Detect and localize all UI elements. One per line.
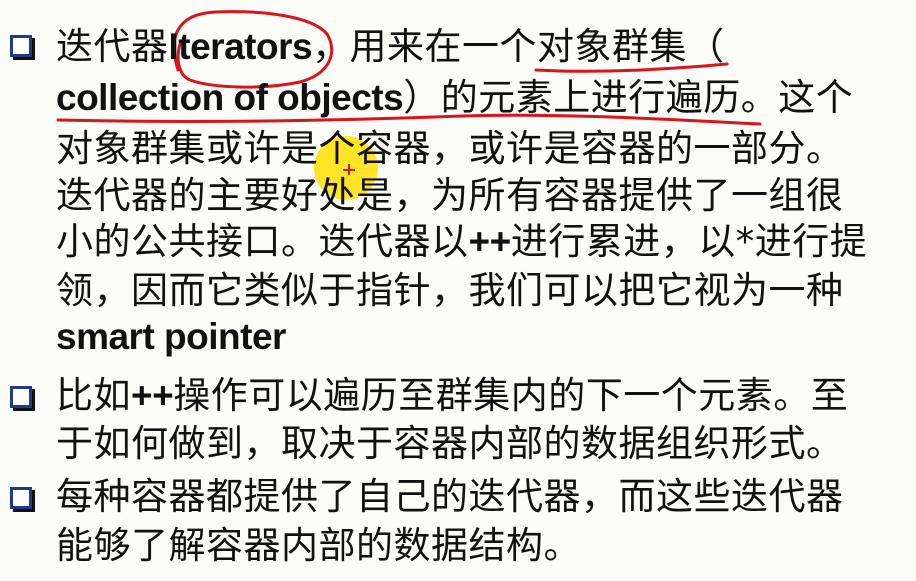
bullet-1-line-1: 迭代器Iterators，用来在一个对象群集（: [56, 23, 725, 71]
checkbox-bullet-icon: [10, 35, 32, 57]
text-segment: 对象群集或许是个容器，或许是容器的一部分。: [56, 127, 844, 170]
text-segment: 每种容器都提供了自己的迭代器，而这些迭代器: [56, 475, 844, 518]
text-segment: 比如: [56, 374, 131, 417]
text-segment: ）的元素上进行遍历。这个: [403, 76, 854, 119]
term-iterators: Iterators: [168, 26, 313, 67]
bullet-1-line-4: 迭代器的主要好处是，为所有容器提供了一组很: [56, 172, 844, 220]
text-segment: 进行累进，以*进行提: [510, 220, 868, 263]
bullet-1-line-5: 小的公共接口。迭代器以++进行累进，以*进行提: [56, 218, 867, 266]
text-segment: 迭代器: [56, 25, 169, 68]
bullet-2-line-2: 于如何做到，取决于容器内部的数据组织形式。: [56, 420, 844, 468]
text-segment: 领，因而它类似于指针，我们可以把它视为一种: [56, 269, 844, 312]
bullet-3-line-1: 每种容器都提供了自己的迭代器，而这些迭代器: [56, 473, 844, 521]
bullet-1-line-6: 领，因而它类似于指针，我们可以把它视为一种: [56, 267, 844, 315]
checkbox-bullet-icon: [10, 386, 32, 408]
text-segment: ，用来在一个对象群集（: [312, 25, 725, 68]
term-increment: ++: [468, 221, 512, 262]
slide: 迭代器Iterators，用来在一个对象群集（ collection of ob…: [0, 0, 916, 581]
text-segment: 操作可以遍历至群集内的下一个元素。至: [173, 374, 849, 417]
bullet-1-line-2: collection of objects）的元素上进行遍历。这个: [56, 74, 853, 122]
bullet-2-line-1: 比如++操作可以遍历至群集内的下一个元素。至: [56, 372, 848, 420]
text-segment: 小的公共接口。迭代器以: [56, 220, 469, 263]
term-smart-pointer: smart pointer: [56, 316, 286, 357]
text-segment: 能够了解容器内部的数据结构。: [56, 524, 581, 567]
bullet-1-line-3: 对象群集或许是个容器，或许是容器的一部分。: [56, 125, 844, 173]
bullet-3-line-2: 能够了解容器内部的数据结构。: [56, 522, 581, 570]
text-segment: 迭代器的主要好处是，为所有容器提供了一组很: [56, 174, 844, 217]
checkbox-bullet-icon: [10, 487, 32, 509]
term-collection-of-objects: collection of objects: [56, 77, 404, 118]
text-segment: 于如何做到，取决于容器内部的数据组织形式。: [56, 422, 844, 465]
term-increment: ++: [131, 375, 174, 416]
bullet-1-line-7: smart pointer: [56, 313, 286, 361]
